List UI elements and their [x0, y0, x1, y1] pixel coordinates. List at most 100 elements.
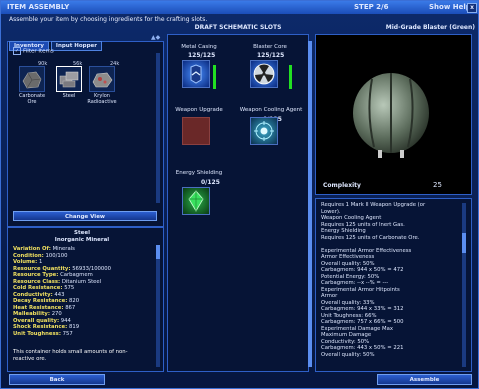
- tab-input-hopper[interactable]: Input Hopper: [50, 41, 102, 51]
- inv-label: Steel: [62, 93, 76, 99]
- description-line: Carbagmem: 757 x 66% = 500: [321, 319, 404, 325]
- description-line: Requires 125 units of Carbonate Ore.: [321, 234, 420, 241]
- slot-weapon-upgrade[interactable]: [182, 117, 210, 145]
- stat-value: 100/100: [45, 252, 68, 259]
- description-line: Conductivity: 50%: [321, 338, 370, 345]
- complexity-value: 25: [433, 181, 442, 189]
- description-scrollbar[interactable]: [462, 203, 466, 367]
- back-button[interactable]: Back: [9, 374, 105, 385]
- resource-note: This container holds small amounts of no…: [13, 349, 128, 355]
- window-title: ITEM ASSEMBLY: [7, 3, 70, 11]
- resource-stat-row: Resource Type: Carbagmem: [13, 272, 93, 278]
- description-line: Armor: [321, 293, 338, 299]
- change-view-button[interactable]: Change View: [13, 211, 157, 221]
- resource-stat-row: Shock Resistance: 819: [13, 324, 79, 330]
- collapse-icon[interactable]: ▲◆: [151, 34, 160, 41]
- stat-key: Shock Resistance:: [13, 324, 68, 330]
- description-line: Unit Toughness: 66%: [321, 312, 377, 319]
- resource-stat-row: Heat Resistance: 867: [13, 305, 75, 311]
- title-bar[interactable]: ITEM ASSEMBLY STEP 2/6 Show Help x: [1, 1, 478, 14]
- item-title: Mid-Grade Blaster (Green): [385, 24, 475, 31]
- resource-stat-row: Resource Class: Ditanium Steel: [13, 279, 101, 285]
- description-line: Experimental Damage Max: [321, 325, 393, 332]
- cooling-agent-icon: [254, 121, 274, 141]
- energy-crystal-icon: [188, 190, 204, 212]
- description-line: Energy Shielding: [321, 228, 366, 234]
- metal-casing-icon: [190, 64, 202, 84]
- stat-key: Resource Class:: [13, 278, 61, 285]
- resource-stat-row: Variation Of: Minerals: [13, 246, 75, 252]
- slot-label: Energy Shielding: [175, 170, 223, 176]
- resource-stat-row: Volume: 1: [13, 259, 42, 265]
- stat-key: Cold Resistance:: [13, 285, 63, 291]
- resource-stat-row: Overall quality: 944: [13, 318, 71, 324]
- description-line: Carbagmem: 944 x 33% = 312: [321, 306, 404, 312]
- stat-value: Carbagmem: [60, 272, 93, 278]
- inv-item-krylon-radioactive[interactable]: [89, 66, 115, 92]
- stat-value: 944: [60, 317, 71, 324]
- stat-value: 820: [69, 298, 80, 304]
- description-line: Maximum Damage: [321, 332, 372, 338]
- filter-label: Filter Items: [23, 48, 54, 55]
- schematic-scrollbar[interactable]: [308, 41, 312, 367]
- stat-value: 270: [51, 311, 62, 317]
- resource-note: reactive ore.: [13, 356, 47, 362]
- show-help-button[interactable]: Show Help: [429, 1, 471, 14]
- stat-value: 819: [68, 324, 80, 330]
- stat-value: Minerals: [52, 246, 75, 252]
- description-line: Requires 1 Mark II Weapon Upgrade (or: [321, 202, 426, 208]
- filter-items-checkbox[interactable]: ✓ Filter Items: [13, 47, 54, 55]
- description-line: Carbagmem: 944 x 50% = 472: [321, 267, 404, 273]
- complexity-label: Complexity: [323, 182, 361, 189]
- description-line: Weapon Cooling Agent: [321, 215, 382, 221]
- slot-label: Weapon Upgrade: [175, 107, 223, 113]
- inv-label: Carbonate Ore: [18, 93, 46, 105]
- slot-energy-shielding[interactable]: [182, 187, 210, 215]
- resource-stat-row: Cold Resistance: 575: [13, 285, 74, 291]
- resource-name: Steel: [74, 230, 90, 236]
- stat-key: Heat Resistance:: [13, 304, 64, 311]
- step-indicator: STEP 2/6: [354, 3, 389, 11]
- slot-blaster-core[interactable]: [250, 60, 278, 88]
- checkbox-icon: ✓: [13, 47, 21, 55]
- close-icon[interactable]: x: [467, 3, 477, 13]
- stat-key: Resource Type:: [13, 272, 59, 278]
- resource-stat-row: Resource Quantity: 56933/100000: [13, 266, 111, 272]
- stat-key: Volume:: [13, 259, 38, 265]
- description-line: Potential Energy: 50%: [321, 273, 380, 280]
- description-line: Requires 125 units of Inert Gas.: [321, 221, 405, 228]
- stat-key: Resource Quantity:: [13, 265, 71, 272]
- stat-key: Unit Toughness:: [13, 330, 61, 337]
- slot-count: 125/125: [188, 52, 216, 59]
- description-line: Lower).: [321, 208, 341, 215]
- slot-label: Blaster Core: [253, 44, 287, 50]
- inv-label: Krylon Radioactive: [87, 93, 117, 105]
- description-line: Experimental Armor Hitpoints: [321, 286, 400, 293]
- resource-type: Inorganic Mineral: [54, 237, 110, 243]
- stat-value: Ditanium Steel: [61, 278, 102, 285]
- description-line: Overall quality: 50%: [321, 351, 375, 358]
- stat-key: Conductivity:: [13, 291, 53, 298]
- description-line: Carbagmem: --x --% = ---: [321, 280, 389, 286]
- slot-metal-casing[interactable]: [182, 60, 210, 88]
- inv-item-carbonate-ore[interactable]: [19, 66, 45, 92]
- stat-value: 867: [65, 304, 76, 311]
- blaster-model-image: [353, 73, 429, 158]
- stat-key: Decay Resistance:: [13, 298, 68, 304]
- stat-value: 575: [64, 285, 75, 291]
- stat-value: 1: [38, 259, 43, 265]
- instructions-text: Assemble your item by choosing ingredien…: [9, 16, 208, 23]
- slot-weapon-cooling-agent[interactable]: [250, 117, 278, 145]
- slot-count: 125/125: [257, 52, 285, 59]
- resource-scrollbar[interactable]: [156, 245, 160, 367]
- assemble-button[interactable]: Assemble: [377, 374, 472, 385]
- description-line: Overall quality: 50%: [321, 260, 375, 267]
- resource-stat-row: Condition: 100/100: [13, 253, 67, 259]
- inv-item-steel[interactable]: [56, 66, 82, 92]
- inventory-tabs: Inventory Input Hopper: [9, 32, 104, 51]
- inventory-scrollbar[interactable]: [156, 53, 160, 203]
- stat-key: Condition:: [13, 252, 44, 259]
- item-preview: [315, 34, 472, 195]
- description-line: Armor Effectiveness: [321, 254, 375, 260]
- stat-key: Malleability:: [13, 311, 50, 317]
